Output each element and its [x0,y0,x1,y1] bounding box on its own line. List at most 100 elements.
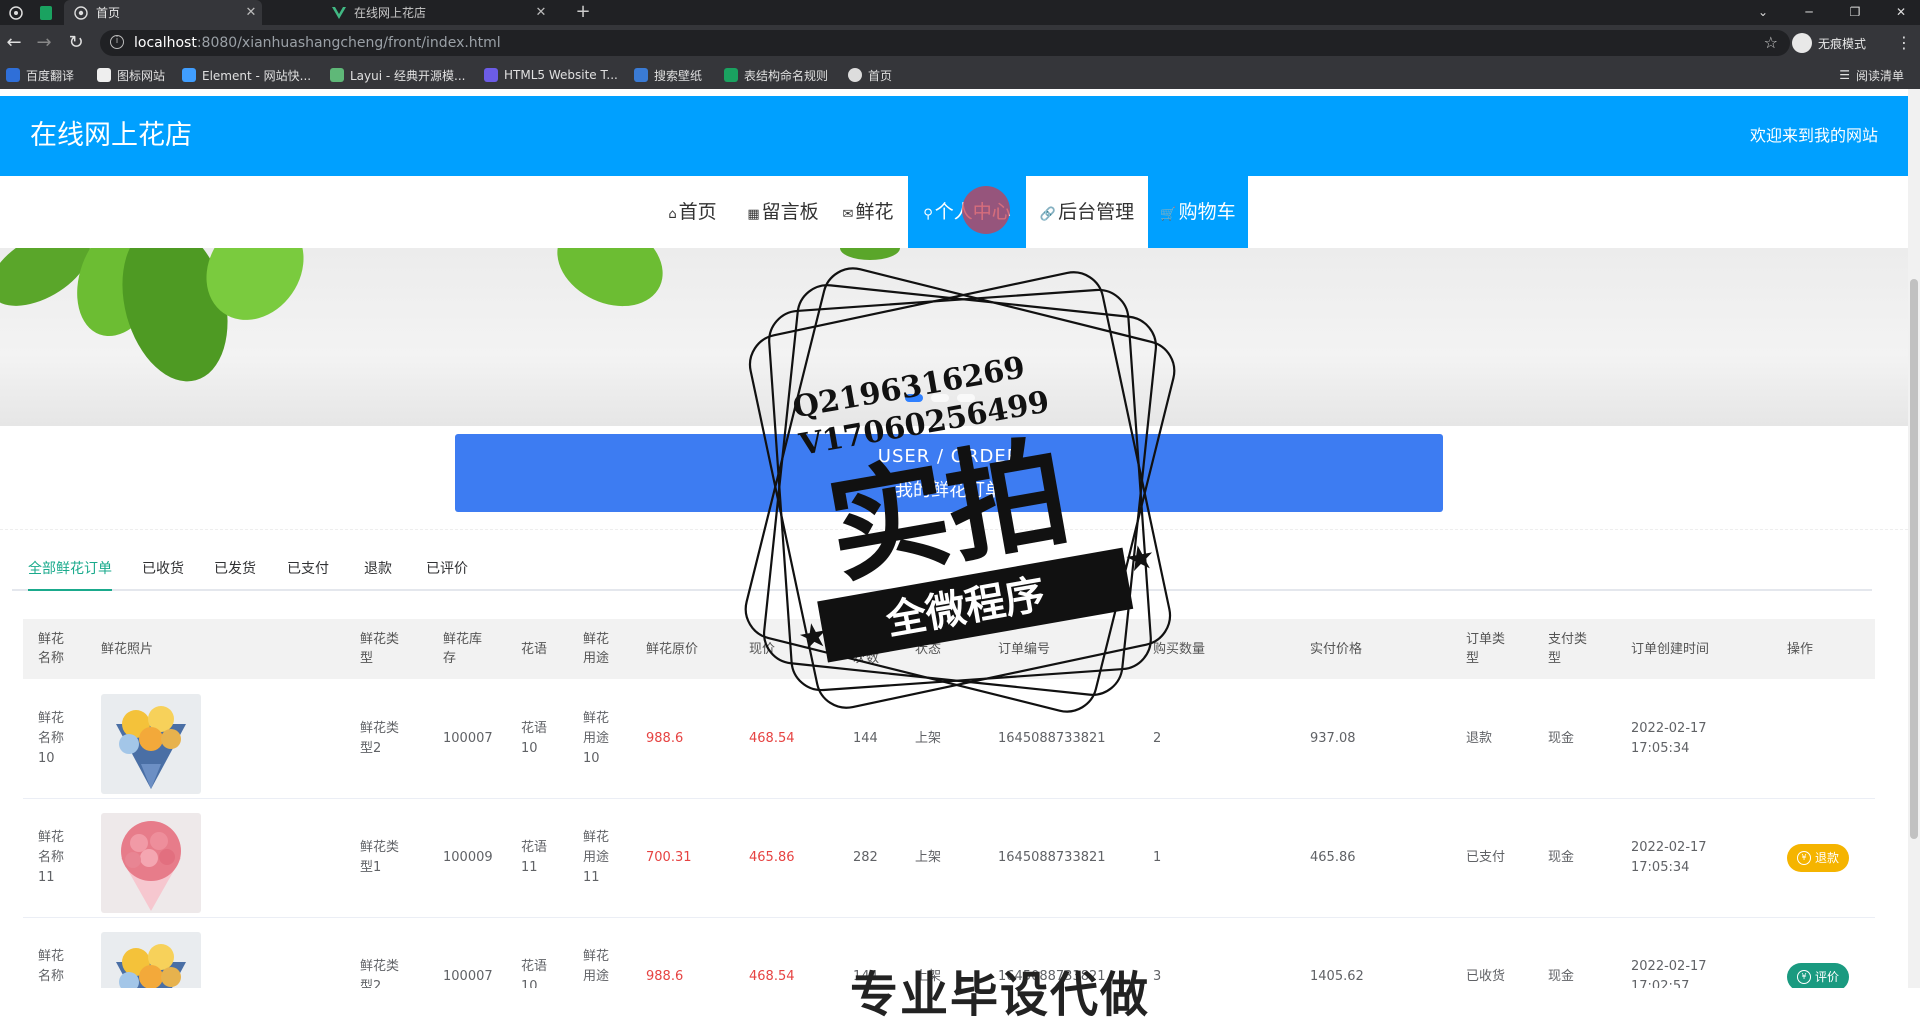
flower-language: 花语11 [521,839,548,875]
main-nav: ⌂首页 ▦留言板 ✉鲜花 ⚲个人中心 🔗后台管理 🛒购物车 [0,176,1908,248]
nav-flowers[interactable]: ✉ 鲜花 [834,176,902,248]
flower-photo[interactable] [101,813,201,913]
flower-stock: 100007 [443,730,493,746]
page-scrollbar[interactable] [1908,89,1920,988]
site-title: 在线网上花店 [30,120,192,151]
flower-stock: 100009 [443,849,493,865]
site-info-icon[interactable]: i [110,35,124,49]
column-header: 实付价格 [1310,641,1363,657]
column-header: 支付类型 [1548,632,1588,666]
profile-icon[interactable] [2,0,30,25]
restore-button[interactable]: ❐ [1832,0,1878,25]
payment-type: 现金 [1548,849,1575,865]
tab-all-orders[interactable]: 全部鲜花订单 [28,549,112,591]
bookmark-item[interactable]: Element - 网站快... [182,61,311,89]
tab-home[interactable]: 首页 ✕ [64,0,262,25]
tab-paid[interactable]: 已支付 [287,549,329,589]
bookmark-icon [97,68,111,82]
yen-icon: ¥ [1797,969,1811,984]
refund-button[interactable]: ¥ 退款 [1787,843,1850,872]
flower-use: 鲜花用途10 [583,710,610,766]
flower-name: 鲜花名称11 [38,829,65,885]
created-time: 2022-02-17 17:02:57 [1631,958,1707,989]
bookmark-icon [6,68,20,82]
order-type: 已收货 [1466,968,1506,984]
minimize-button[interactable]: ─ [1786,0,1832,25]
browser-menu-icon[interactable]: ⋮ [1896,25,1912,61]
flower-stock: 100007 [443,968,493,984]
bookmark-item[interactable]: HTML5 Website T... [484,61,618,89]
tab-reviewed[interactable]: 已评价 [426,549,468,589]
review-button[interactable]: ¥ 评价 [1787,962,1850,988]
bookmark-icon [182,68,196,82]
vue-icon [332,6,346,19]
created-time: 2022-02-17 17:05:34 [1631,720,1707,756]
nav-home[interactable]: ⌂ 首页 [655,176,730,248]
paid-amount: 937.08 [1310,730,1356,746]
close-icon[interactable]: ✕ [530,5,552,20]
reload-button[interactable]: ↻ [62,25,90,61]
flower-photo[interactable] [101,932,201,988]
bookmark-item[interactable]: 首页 [848,61,892,89]
url-text[interactable]: localhost:8080/xianhuashangcheng/front/i… [134,30,501,56]
tab-refund[interactable]: 退款 [364,549,392,589]
column-header: 订单类型 [1466,632,1506,666]
bookmark-icon [330,68,344,82]
reading-list-button[interactable]: ☰ 阅读清单 [1839,61,1904,89]
reading-list-icon: ☰ [1839,68,1850,82]
click-count: 282 [853,849,878,865]
cart-icon: 🛒 [1160,207,1177,222]
flower-name: 鲜花名称10 [38,710,65,766]
scrollbar-thumb[interactable] [1910,279,1918,839]
action-cell: ¥ 评价 [1787,917,1867,988]
close-icon[interactable]: ✕ [240,5,262,20]
nav-cart[interactable]: 🛒 购物车 [1148,176,1248,248]
purchase-qty: 1 [1153,849,1162,865]
order-number: 1645088733821 [998,849,1106,865]
bookmark-item[interactable]: 图标网站 [97,61,165,89]
bookmark-item[interactable]: Layui - 经典开源模... [330,61,465,89]
nav-message-board[interactable]: ▦ 留言板 [738,176,828,248]
bookmark-icon [848,68,862,82]
flower-type: 鲜花类型2 [360,958,400,989]
message-icon: ▦ [747,207,760,222]
new-tab-button[interactable]: + [572,0,594,25]
paid-amount: 465.86 [1310,849,1356,865]
bookmark-item[interactable]: 表结构命名规则 [724,61,828,89]
original-price: 700.31 [646,849,692,865]
sheet-tab-icon[interactable] [32,0,60,25]
flower-photo[interactable] [101,694,201,794]
flower-type: 鲜花类型2 [360,720,400,756]
payment-type: 现金 [1548,968,1575,984]
browser-tab-strip: 首页 ✕ 在线网上花店 ✕ + ⌄ ─ ❐ ✕ [0,0,1920,25]
address-bar-row: ← → ↻ i localhost:8080/xianhuashangcheng… [0,25,1920,61]
forward-button[interactable]: → [30,25,58,61]
bookmark-icon [484,68,498,82]
column-header: 花语 [521,641,548,657]
original-price: 988.6 [646,968,684,984]
column-header: 鲜花照片 [101,641,154,657]
flower-language: 花语10 [521,958,548,989]
tab-shipped[interactable]: 已发货 [214,549,256,589]
svg-text:★: ★ [1121,536,1158,581]
bookmark-star-icon[interactable]: ☆ [1764,30,1778,56]
column-header: 订单创建时间 [1631,641,1710,657]
nav-admin[interactable]: 🔗 后台管理 [1026,176,1148,248]
table-row: 鲜花名称11 鲜花类型1 100009 花语11 鲜花用途11 700.31 4… [23,798,1875,918]
globe-icon [74,5,88,20]
incognito-label: 无痕模式 [1818,36,1867,51]
user-icon: ⚲ [923,207,933,222]
tab-flower-shop[interactable]: 在线网上花店 ✕ [322,0,552,25]
tab-received[interactable]: 已收货 [142,549,184,589]
back-button[interactable]: ← [0,25,28,61]
bookmark-item[interactable]: 百度翻译 [6,61,74,89]
link-icon: 🔗 [1039,207,1057,222]
flower-name: 鲜花名称10 [38,948,65,984]
address-bar[interactable]: i localhost:8080/xianhuashangcheng/front… [100,30,1790,56]
incognito-indicator[interactable]: 无痕模式 [1792,30,1866,56]
tab-search-icon[interactable]: ⌄ [1740,0,1786,25]
close-window-button[interactable]: ✕ [1878,0,1920,25]
column-header: 鲜花库存 [443,632,483,666]
click-highlight [962,186,1010,234]
bookmark-item[interactable]: 搜索壁纸 [634,61,702,89]
